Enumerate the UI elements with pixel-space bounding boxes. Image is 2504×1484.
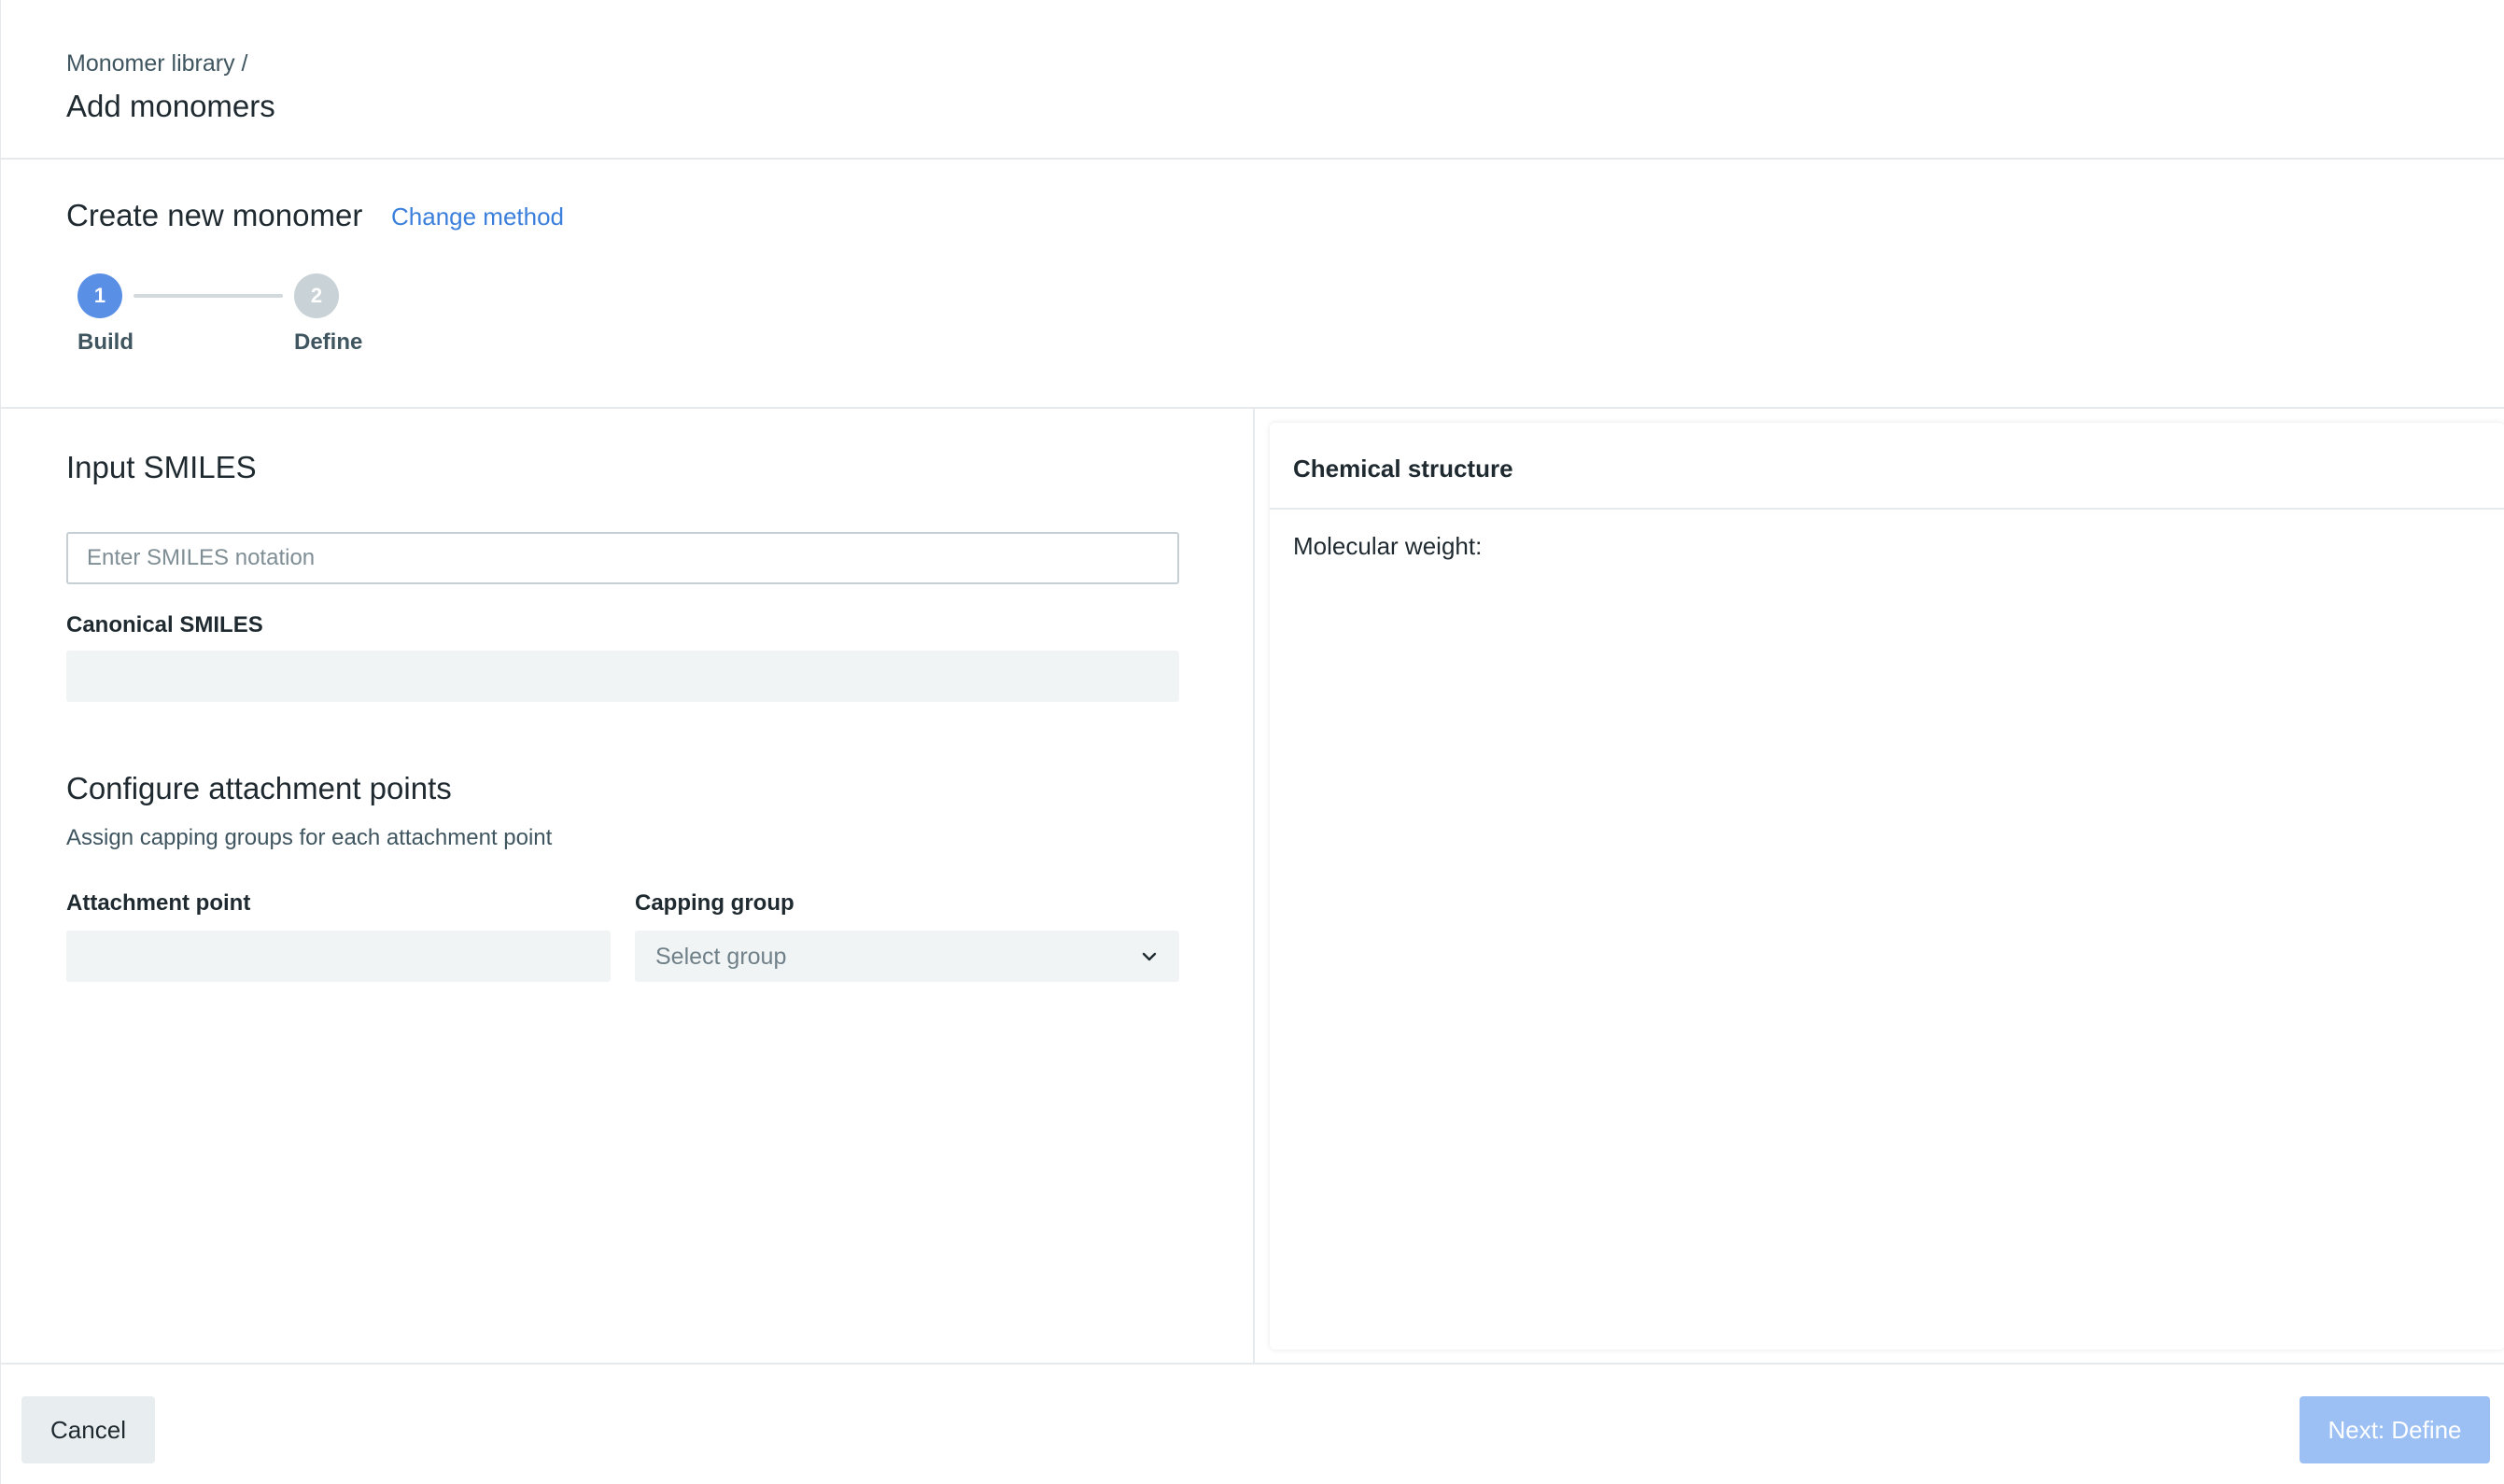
change-method-link[interactable]: Change method [391,203,564,231]
smiles-input[interactable] [66,532,1179,584]
method-section: Create new monomer Change method 1 2 Bui… [1,160,2504,409]
page-footer: Cancel Next: Define [1,1363,2504,1484]
molecular-weight-label: Molecular weight: [1293,532,1483,560]
add-monomers-page: Monomer library / Add monomers Create ne… [0,0,2504,1484]
attachment-point-field [66,931,611,982]
step-1-indicator: 1 [77,273,122,318]
cancel-button[interactable]: Cancel [21,1396,155,1463]
canonical-smiles-label: Canonical SMILES [66,612,263,637]
chemical-structure-card: Chemical structure Molecular weight: [1270,423,2504,1350]
card-divider [1270,508,2504,510]
configure-attachment-heading: Configure attachment points [66,771,452,805]
capping-group-placeholder: Select group [655,944,787,970]
canonical-smiles-field [66,651,1179,702]
attachment-point-label: Attachment point [66,890,251,916]
breadcrumb[interactable]: Monomer library / [66,50,248,77]
step-1-label: Build [77,329,134,355]
next-define-button[interactable]: Next: Define [2300,1396,2490,1463]
chevron-down-icon [1142,952,1157,961]
page-title: Add monomers [66,89,275,123]
smiles-form-panel: Input SMILES Canonical SMILES Configure … [1,409,1255,1363]
capping-group-select[interactable]: Select group [635,931,1179,982]
step-2-indicator: 2 [294,273,339,318]
page-header: Monomer library / Add monomers [1,0,2504,160]
step-2-label: Define [294,329,363,355]
input-smiles-heading: Input SMILES [66,450,257,484]
configure-attachment-description: Assign capping groups for each attachmen… [66,825,553,850]
stepper-connector [134,294,283,298]
section-title: Create new monomer [66,198,363,232]
capping-group-label: Capping group [635,890,795,916]
chemical-structure-title: Chemical structure [1293,455,1513,483]
